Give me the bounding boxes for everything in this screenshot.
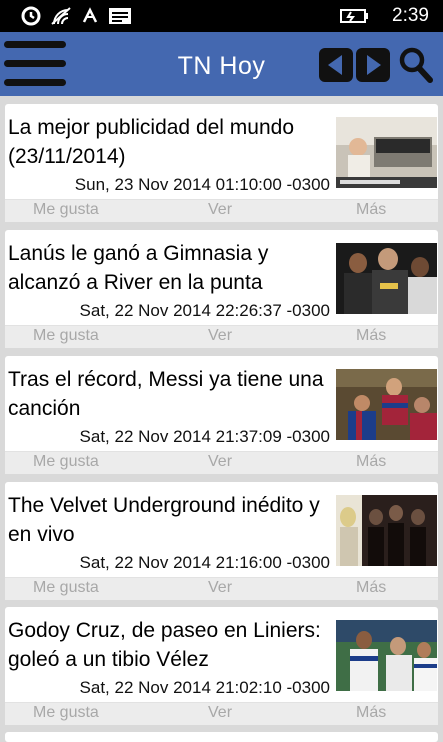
- article-title[interactable]: The Velvet Underground inédito y en vivo: [8, 491, 334, 549]
- card-actions: Me gusta Ver Más: [5, 199, 438, 222]
- card-actions: Me gusta Ver Más: [5, 325, 438, 348]
- article-title[interactable]: Lanús le ganó a Gimnasia y alcanzó a Riv…: [8, 239, 334, 297]
- article-thumbnail[interactable]: [336, 117, 437, 188]
- like-button[interactable]: Me gusta: [33, 453, 99, 471]
- article-title[interactable]: Godoy Cruz, de paseo en Liniers: goleó a…: [8, 616, 334, 674]
- news-card[interactable]: Godoy Cruz, de paseo en Liniers: goleó a…: [5, 607, 438, 725]
- like-button[interactable]: Me gusta: [33, 201, 99, 219]
- article-date: Sun, 23 Nov 2014 01:10:00 -0300: [74, 175, 330, 194]
- article-date: Sat, 22 Nov 2014 21:37:09 -0300: [79, 427, 330, 446]
- more-button[interactable]: Más: [356, 201, 386, 219]
- like-button[interactable]: Me gusta: [33, 704, 99, 722]
- sync-icon: [21, 6, 41, 26]
- card-actions: Me gusta Ver Más: [5, 702, 438, 725]
- menu-bar-icon: [4, 60, 66, 67]
- arrow-left-icon: [328, 55, 342, 75]
- arrow-right-icon: [367, 55, 381, 75]
- news-card[interactable]: The Velvet Underground inédito y en vivo…: [5, 482, 438, 600]
- battery-charging-icon: [340, 9, 368, 23]
- news-card[interactable]: [5, 732, 438, 742]
- message-icon: [109, 8, 131, 24]
- next-button[interactable]: [356, 48, 390, 82]
- article-title[interactable]: Tras el récord, Messi ya tiene una canci…: [8, 365, 334, 423]
- article-thumbnail[interactable]: [336, 495, 437, 566]
- view-button[interactable]: Ver: [208, 579, 232, 597]
- news-card[interactable]: Lanús le ganó a Gimnasia y alcanzó a Riv…: [5, 230, 438, 348]
- menu-bar-icon: [4, 41, 66, 48]
- article-date: Sat, 22 Nov 2014 22:26:37 -0300: [79, 301, 330, 320]
- article-thumbnail[interactable]: [336, 369, 437, 440]
- more-button[interactable]: Más: [356, 327, 386, 345]
- article-thumbnail[interactable]: [336, 243, 437, 314]
- like-button[interactable]: Me gusta: [33, 579, 99, 597]
- previous-button[interactable]: [319, 48, 353, 82]
- wifi-icon: [51, 7, 71, 25]
- status-bar: 2:39: [0, 0, 443, 32]
- view-button[interactable]: Ver: [208, 453, 232, 471]
- more-button[interactable]: Más: [356, 453, 386, 471]
- view-button[interactable]: Ver: [208, 704, 232, 722]
- more-button[interactable]: Más: [356, 579, 386, 597]
- article-date: Sat, 22 Nov 2014 21:16:00 -0300: [79, 553, 330, 572]
- card-actions: Me gusta Ver Más: [5, 451, 438, 474]
- card-actions: Me gusta Ver Más: [5, 577, 438, 600]
- article-date: Sat, 22 Nov 2014 21:02:10 -0300: [79, 678, 330, 697]
- signal-icon: [82, 7, 98, 23]
- like-button[interactable]: Me gusta: [33, 327, 99, 345]
- search-button[interactable]: [398, 46, 434, 84]
- search-icon: [399, 47, 433, 83]
- menu-bar-icon: [4, 79, 66, 86]
- news-card[interactable]: La mejor publicidad del mundo (23/11/201…: [5, 104, 438, 222]
- view-button[interactable]: Ver: [208, 327, 232, 345]
- news-card[interactable]: Tras el récord, Messi ya tiene una canci…: [5, 356, 438, 474]
- article-thumbnail[interactable]: [336, 620, 437, 691]
- status-time: 2:39: [392, 5, 429, 26]
- app-header: TN Hoy: [0, 32, 443, 96]
- article-title[interactable]: La mejor publicidad del mundo (23/11/201…: [8, 113, 334, 171]
- view-button[interactable]: Ver: [208, 201, 232, 219]
- hamburger-menu-button[interactable]: [4, 41, 68, 89]
- more-button[interactable]: Más: [356, 704, 386, 722]
